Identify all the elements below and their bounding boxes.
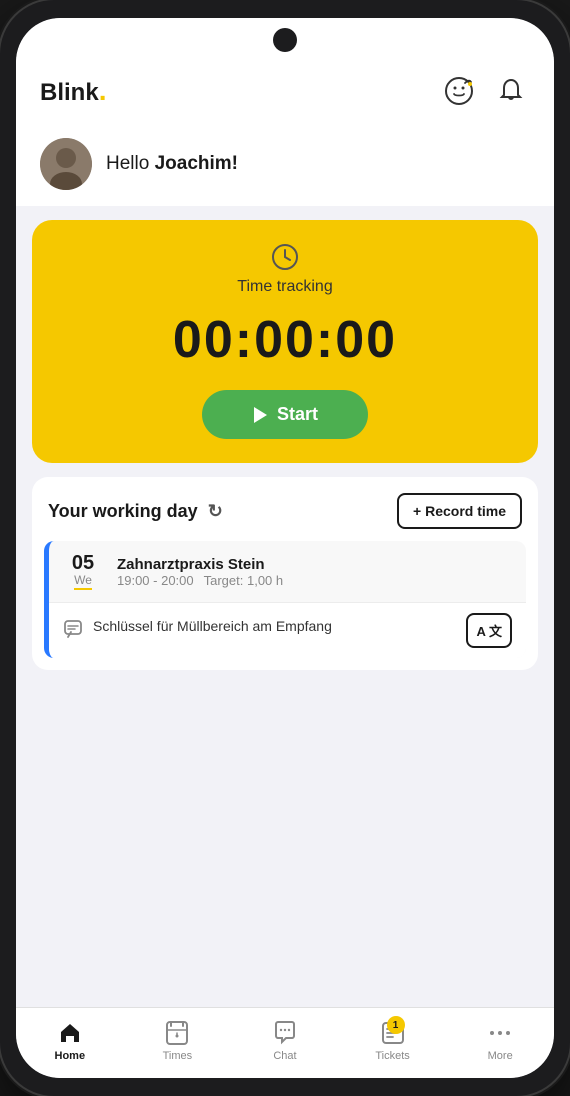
status-bar	[16, 18, 554, 62]
time-tracking-text: Time tracking	[237, 278, 332, 296]
nav-label-home: Home	[55, 1050, 86, 1062]
greeting-section: Hello Joachim!	[16, 124, 554, 206]
message-content: Schlüssel für Müllbereich am Empfang	[63, 617, 466, 644]
date-day: 05	[72, 553, 94, 573]
time-tracking-card: Time tracking 00:00:00 Start	[32, 220, 538, 463]
shift-info: Zahnarztpraxis Stein 19:00 - 20:00 Targe…	[117, 556, 512, 588]
emoji-icon[interactable]	[440, 72, 478, 110]
home-icon	[57, 1020, 83, 1046]
shift-name: Zahnarztpraxis Stein	[117, 556, 512, 573]
tickets-badge: 1	[387, 1016, 405, 1034]
translate-button[interactable]: A 文	[466, 613, 512, 648]
time-tracking-label: Time tracking	[237, 242, 332, 296]
refresh-icon[interactable]: ↻	[208, 501, 223, 522]
nav-label-chat: Chat	[273, 1050, 296, 1062]
nav-label-more: More	[488, 1050, 513, 1062]
record-time-button[interactable]: + Record time	[397, 493, 522, 529]
working-day-title: Your working day ↻	[48, 501, 223, 522]
nav-item-times[interactable]: Times	[124, 1014, 232, 1068]
notification-bell-icon[interactable]	[492, 72, 530, 110]
shift-card: 05 We Zahnarztpraxis Stein 19:00 - 20:00…	[44, 541, 526, 658]
more-icon	[487, 1020, 513, 1046]
start-button[interactable]: Start	[202, 390, 368, 439]
working-day-header: Your working day ↻ + Record time	[32, 477, 538, 541]
message-row: Schlüssel für Müllbereich am Empfang A 文	[49, 602, 526, 658]
scroll-area[interactable]: Hello Joachim! Time tracking 00:00:00 St…	[16, 124, 554, 1007]
app-logo: Blink.	[40, 75, 106, 107]
notch	[273, 28, 297, 52]
chat-icon	[272, 1020, 298, 1046]
avatar	[40, 138, 92, 190]
phone-frame: Blink.	[0, 0, 570, 1096]
greeting-text: Hello Joachim!	[106, 153, 238, 175]
nav-item-tickets[interactable]: 1 Tickets	[339, 1014, 447, 1068]
nav-item-home[interactable]: Home	[16, 1014, 124, 1068]
working-day-section: Your working day ↻ + Record time 05 We Z…	[32, 477, 538, 670]
date-weekday: We	[74, 573, 92, 590]
shift-time: 19:00 - 20:00 Target: 1,00 h	[117, 573, 512, 588]
shift-header: 05 We Zahnarztpraxis Stein 19:00 - 20:00…	[49, 541, 526, 602]
play-icon	[254, 407, 267, 423]
nav-item-chat[interactable]: Chat	[231, 1014, 339, 1068]
nav-label-tickets: Tickets	[375, 1050, 409, 1062]
header: Blink.	[16, 62, 554, 124]
nav-item-more[interactable]: More	[446, 1014, 554, 1068]
message-icon	[63, 619, 83, 644]
timer-display: 00:00:00	[173, 310, 397, 370]
nav-label-times: Times	[163, 1050, 193, 1062]
times-icon	[164, 1020, 190, 1046]
bottom-nav: Home Times	[16, 1007, 554, 1078]
message-text: Schlüssel für Müllbereich am Empfang	[93, 617, 332, 637]
phone-screen: Blink.	[16, 18, 554, 1078]
header-icons	[440, 72, 530, 110]
date-badge: 05 We	[63, 553, 103, 590]
